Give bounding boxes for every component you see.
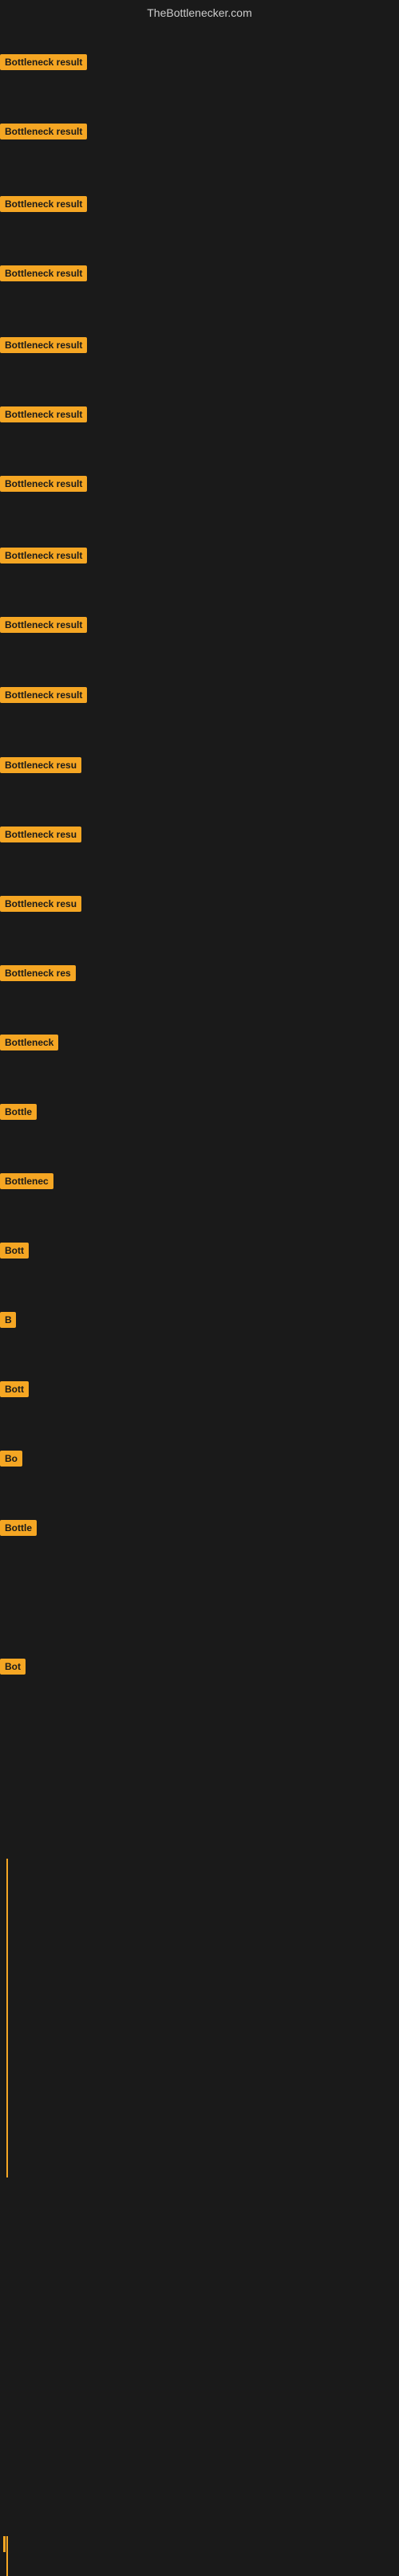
bottleneck-row: Bottleneck result — [0, 687, 87, 703]
bottleneck-row: Bottleneck resu — [0, 827, 81, 842]
bottleneck-row: Bottle — [0, 1520, 37, 1536]
bottleneck-row: Bottleneck — [0, 1035, 58, 1050]
bottleneck-row: Bottleneck resu — [0, 757, 81, 773]
bottleneck-badge[interactable]: Bottleneck res — [0, 965, 76, 981]
bottleneck-row: Bottle — [0, 1104, 37, 1120]
bottleneck-row: Bottleneck result — [0, 124, 87, 139]
bottleneck-row: Bottleneck result — [0, 406, 87, 422]
bottleneck-row: Bo — [0, 1451, 22, 1467]
bottleneck-badge[interactable]: Bottleneck resu — [0, 757, 81, 773]
bottleneck-row: Bot — [0, 1659, 26, 1675]
vertical-line — [6, 2536, 8, 2576]
cursor-indicator — [3, 2536, 6, 2552]
bottleneck-row: Bottleneck resu — [0, 896, 81, 912]
bottleneck-badge[interactable]: Bottleneck resu — [0, 827, 81, 842]
bottleneck-row: Bott — [0, 1243, 29, 1259]
bottleneck-badge[interactable]: Bottleneck resu — [0, 896, 81, 912]
bottleneck-badge[interactable]: Bottleneck result — [0, 476, 87, 492]
bottleneck-row: Bottleneck result — [0, 54, 87, 70]
bottleneck-row: Bottlenec — [0, 1173, 53, 1189]
bottleneck-row: Bottleneck res — [0, 965, 76, 981]
bottleneck-badge[interactable]: Bottleneck result — [0, 196, 87, 212]
bottleneck-row: Bottleneck result — [0, 617, 87, 633]
bottleneck-badge[interactable]: Bottleneck result — [0, 337, 87, 353]
bottleneck-badge[interactable]: Bottleneck result — [0, 265, 87, 281]
bottleneck-badge[interactable]: Bottleneck result — [0, 124, 87, 139]
bottleneck-badge[interactable]: Bottlenec — [0, 1173, 53, 1189]
bottleneck-badge[interactable]: Bott — [0, 1243, 29, 1259]
bottleneck-row: Bottleneck result — [0, 476, 87, 492]
bottleneck-badge[interactable]: Bottleneck — [0, 1035, 58, 1050]
bottleneck-row: Bottleneck result — [0, 265, 87, 281]
bottleneck-badge[interactable]: Bo — [0, 1451, 22, 1467]
bottleneck-badge[interactable]: B — [0, 1312, 16, 1328]
vertical-line — [6, 1859, 8, 2177]
bottleneck-row: Bottleneck result — [0, 548, 87, 564]
bottleneck-row: Bottleneck result — [0, 337, 87, 353]
bottleneck-badge[interactable]: Bottleneck result — [0, 54, 87, 70]
bottleneck-badge[interactable]: Bot — [0, 1659, 26, 1675]
bottleneck-badge[interactable]: Bottle — [0, 1520, 37, 1536]
bottleneck-badge[interactable]: Bottle — [0, 1104, 37, 1120]
bottleneck-row: Bottleneck result — [0, 196, 87, 212]
bottleneck-badge[interactable]: Bottleneck result — [0, 406, 87, 422]
bottleneck-badge[interactable]: Bottleneck result — [0, 687, 87, 703]
site-title: TheBottlenecker.com — [0, 0, 399, 26]
bottleneck-row: Bott — [0, 1381, 29, 1397]
bottleneck-badge[interactable]: Bottleneck result — [0, 617, 87, 633]
bottleneck-badge[interactable]: Bottleneck result — [0, 548, 87, 564]
bottleneck-badge[interactable]: Bott — [0, 1381, 29, 1397]
bottleneck-row: B — [0, 1312, 16, 1328]
